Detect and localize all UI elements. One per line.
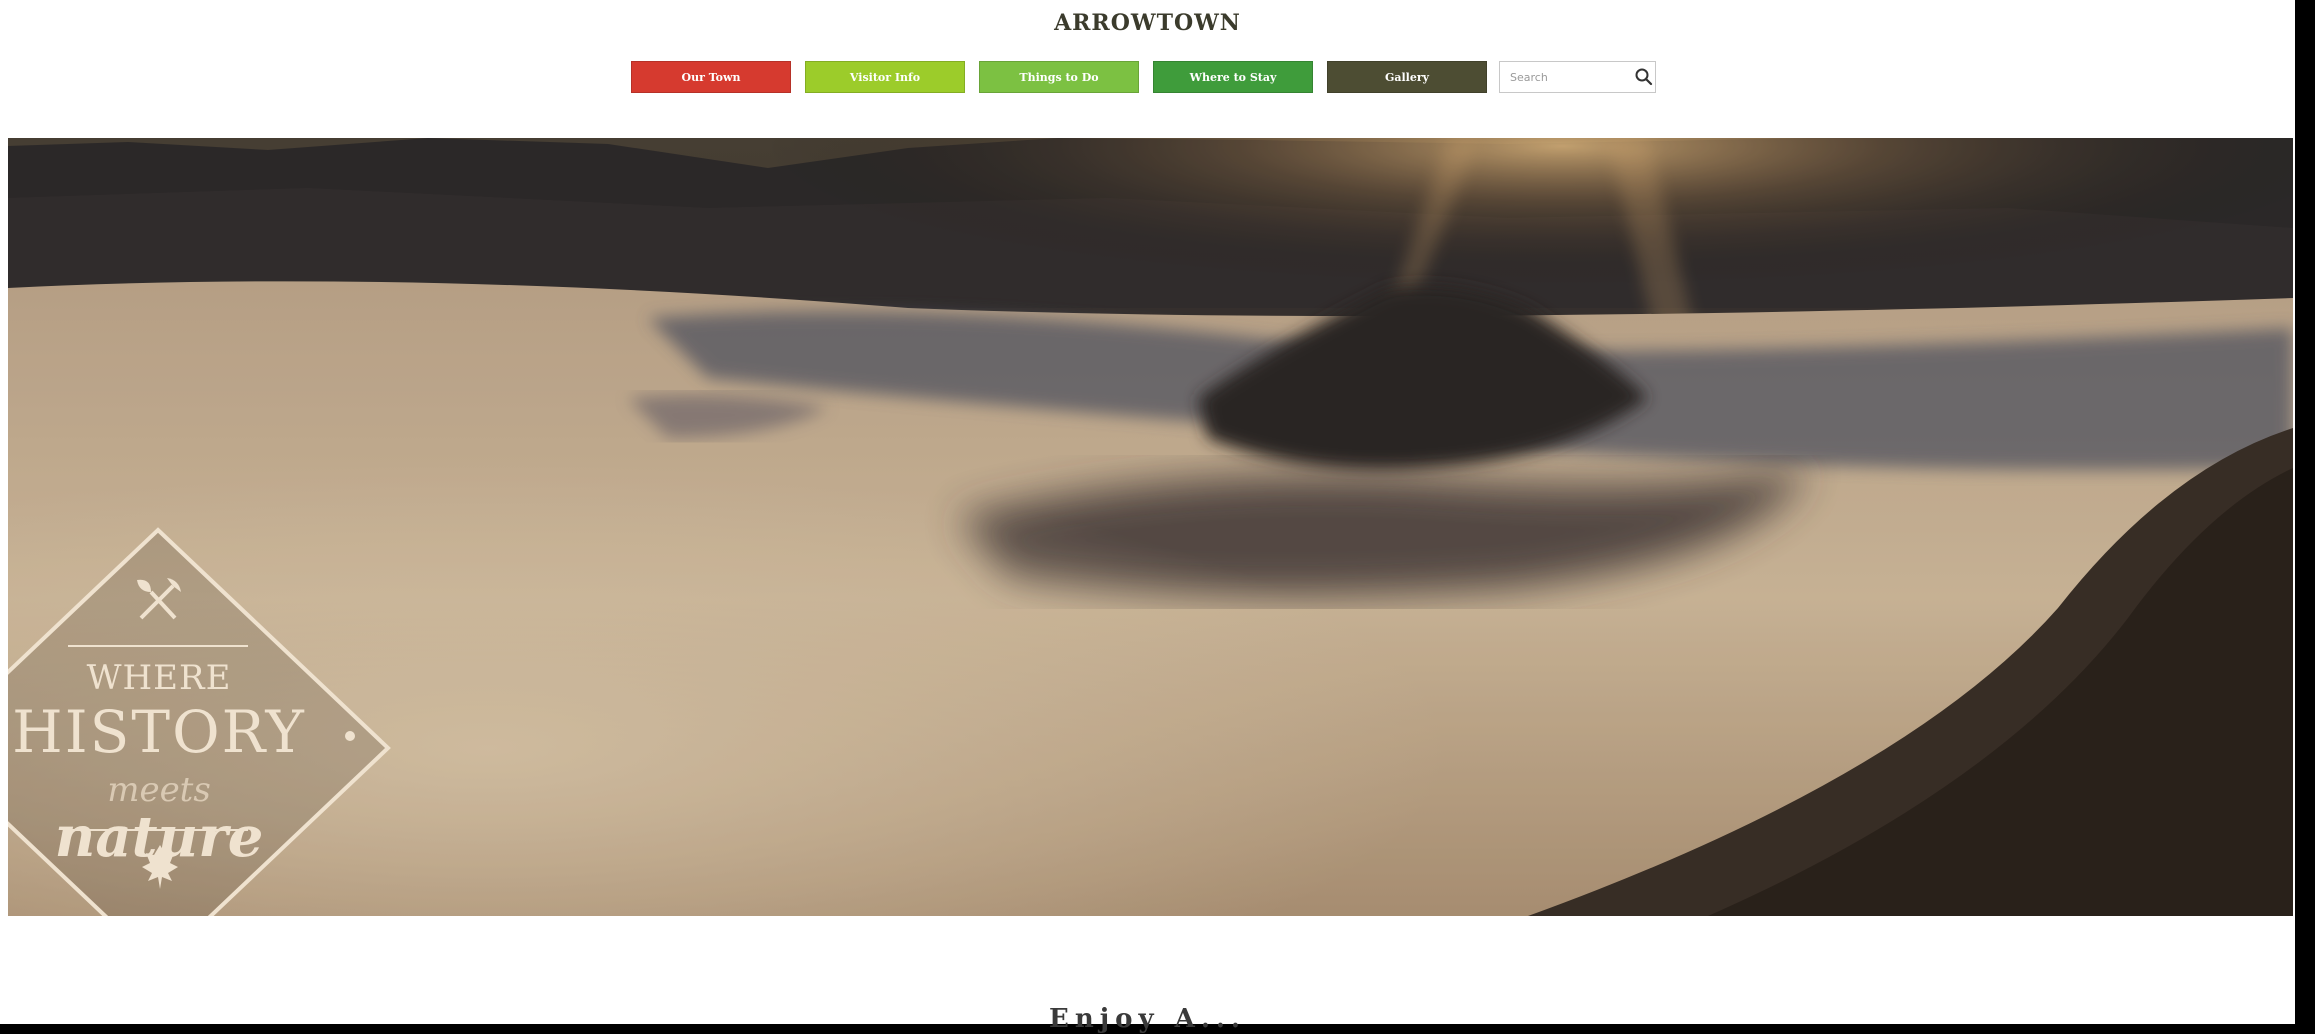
section-heading: Enjoy A... bbox=[1049, 1004, 1246, 1034]
nav-things-to-do[interactable]: Things to Do bbox=[979, 61, 1139, 93]
badge-where-text: WHERE bbox=[86, 658, 232, 698]
badge-history-text: HISTORY bbox=[12, 698, 306, 766]
pickaxe-shovel-icon bbox=[137, 578, 181, 620]
site-title[interactable]: ARROWTOWN bbox=[0, 10, 2295, 36]
page: ARROWTOWN Our Town Visitor Info Things t… bbox=[0, 0, 2295, 1034]
search-icon[interactable] bbox=[1634, 67, 1654, 87]
nav-label: Gallery bbox=[1384, 70, 1430, 84]
nav-label: Visitor Info bbox=[849, 70, 921, 84]
nav-label: Where to Stay bbox=[1189, 70, 1277, 84]
nav-label: Things to Do bbox=[1019, 70, 1099, 84]
search-box bbox=[1499, 61, 1656, 93]
nav-gallery[interactable]: Gallery bbox=[1327, 61, 1487, 93]
nav-label: Our Town bbox=[681, 70, 741, 84]
nav-visitor-info[interactable]: Visitor Info bbox=[805, 61, 965, 93]
search-input[interactable] bbox=[1508, 62, 1630, 92]
nav-where-to-stay[interactable]: Where to Stay bbox=[1153, 61, 1313, 93]
hero-banner: WHERE HISTORY meets nature bbox=[8, 138, 2293, 916]
nav-our-town[interactable]: Our Town bbox=[631, 61, 791, 93]
badge-nature-text: nature bbox=[54, 804, 264, 870]
